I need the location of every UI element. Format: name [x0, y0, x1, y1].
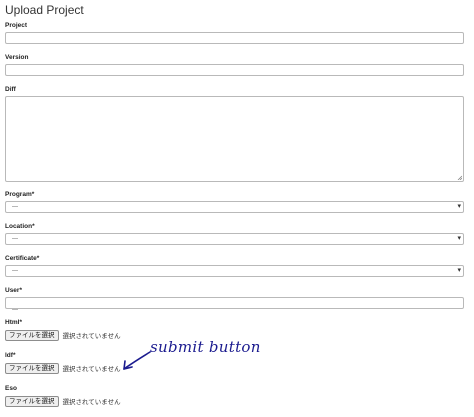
- file-status: 選択されていません: [62, 366, 121, 373]
- arrow-icon: [123, 351, 151, 370]
- certificate-select[interactable]: --- ▾: [5, 265, 464, 277]
- project-input[interactable]: [5, 32, 464, 44]
- diff-label: Diff: [5, 86, 16, 93]
- file-status: 選択されていません: [62, 333, 121, 340]
- location-label: Location*: [5, 223, 35, 230]
- version-label: Version: [5, 54, 29, 61]
- html-label: Html*: [5, 319, 22, 326]
- caret-down-icon: ▾: [457, 235, 461, 242]
- location-select-value: ---: [12, 236, 18, 242]
- handwritten-annotation: submit button: [150, 338, 261, 356]
- user-input[interactable]: ---: [5, 297, 464, 313]
- location-select[interactable]: --- ▾: [5, 233, 464, 245]
- eso-file-input[interactable]: ファイルを選択 選択されていません: [5, 395, 464, 407]
- ldf-file-input[interactable]: ファイルを選択 選択されていません: [5, 362, 464, 374]
- project-label: Project: [5, 22, 28, 29]
- choose-file-button[interactable]: ファイルを選択: [5, 395, 59, 407]
- resize-handle-icon[interactable]: [457, 175, 462, 180]
- caret-down-icon: ▾: [457, 267, 461, 274]
- certificate-label: Certificate*: [5, 255, 40, 262]
- program-label: Program*: [5, 191, 35, 198]
- page-title: Upload Project: [5, 3, 84, 17]
- file-status: 選択されていません: [62, 399, 121, 406]
- user-label: User*: [5, 287, 22, 294]
- choose-file-button[interactable]: ファイルを選択: [5, 362, 59, 374]
- choose-file-button[interactable]: ファイルを選択: [5, 329, 59, 341]
- version-input[interactable]: [5, 64, 464, 76]
- caret-down-icon: ▾: [457, 203, 461, 210]
- user-input-value: ---: [12, 307, 18, 313]
- eso-label: Eso: [5, 385, 17, 392]
- diff-textarea[interactable]: [5, 96, 464, 182]
- program-select-value: ---: [12, 204, 18, 210]
- program-select[interactable]: --- ▾: [5, 201, 464, 213]
- certificate-select-value: ---: [12, 268, 18, 274]
